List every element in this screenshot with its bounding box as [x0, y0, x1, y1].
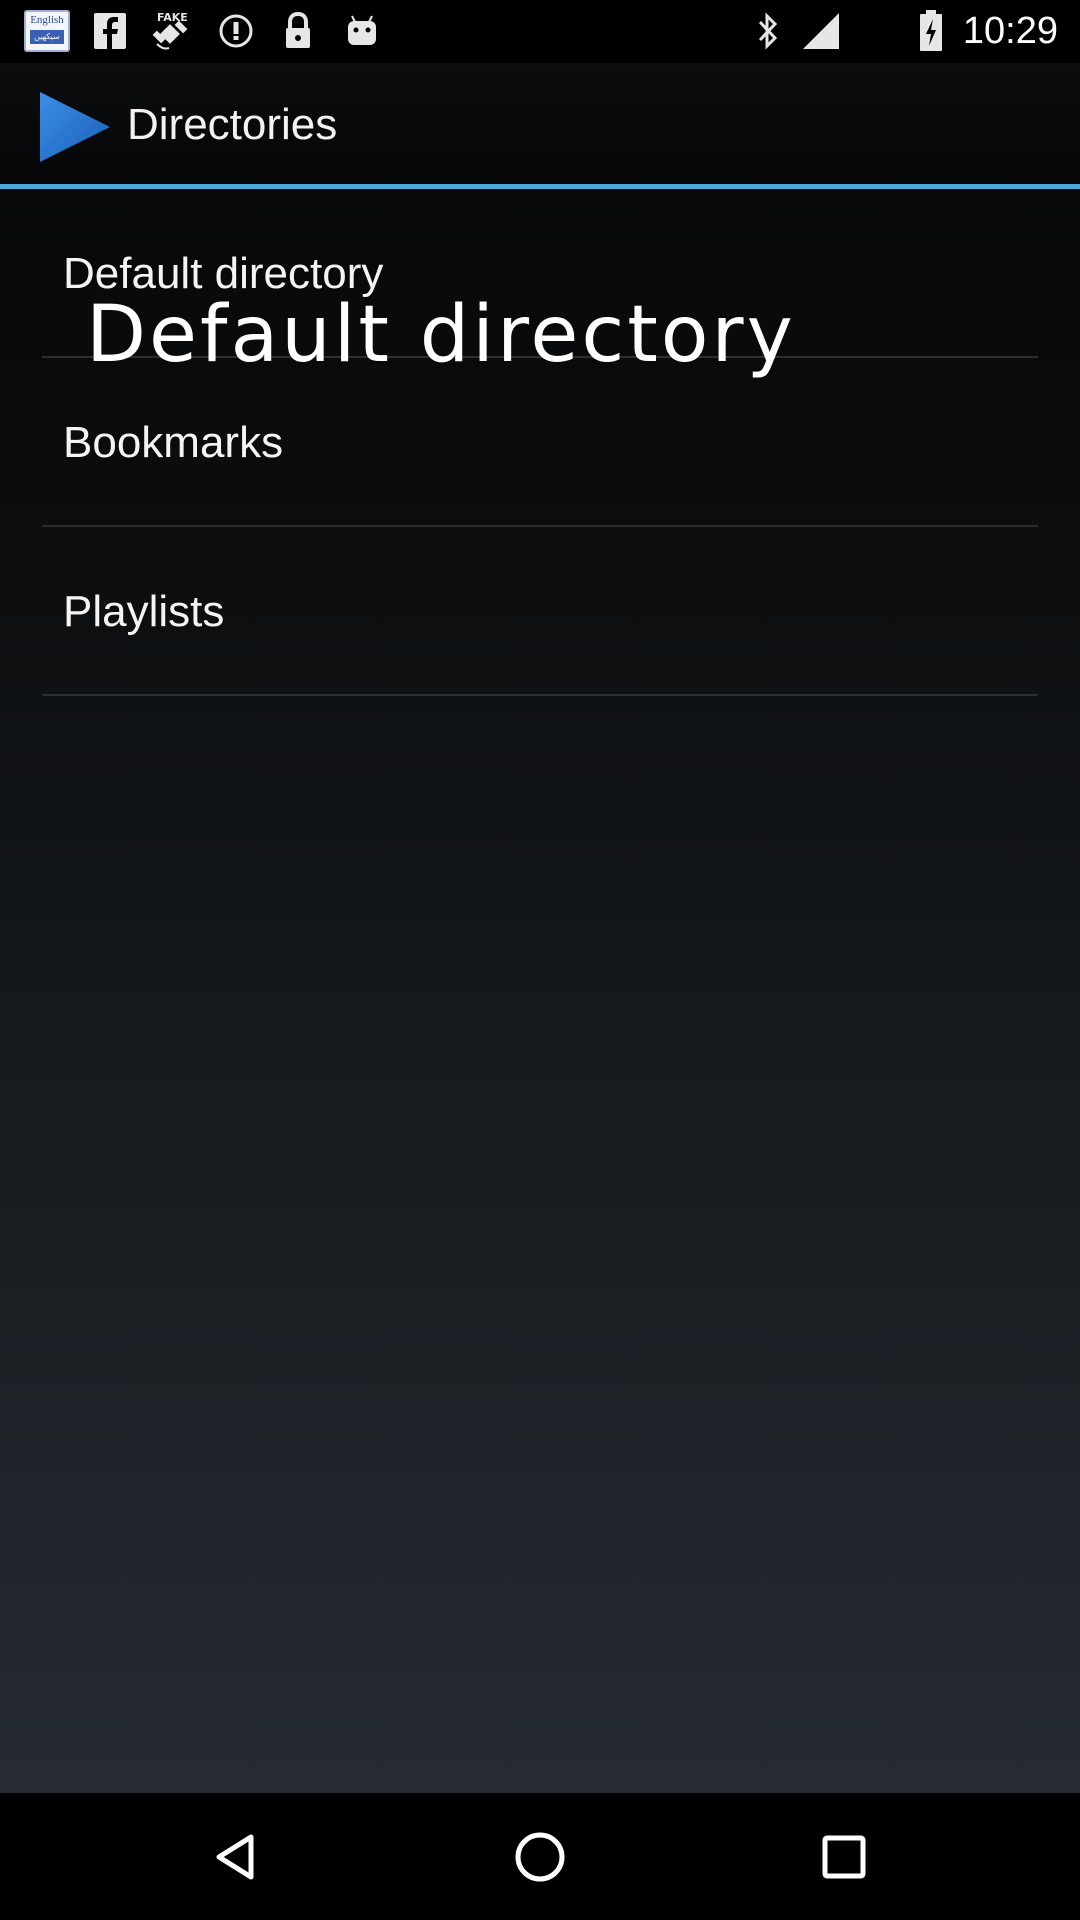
facebook-icon	[90, 10, 130, 52]
overlay-caption: Default directory	[86, 290, 796, 380]
status-bar: English سیکھیں FAKE 10:29	[0, 0, 1080, 63]
page-title: Directories	[127, 100, 338, 149]
home-icon[interactable]	[502, 1819, 578, 1895]
list-item-playlists[interactable]: Playlists	[0, 527, 1080, 696]
list-divider	[42, 694, 1038, 696]
directory-list: Default directory Bookmarks Playlists	[0, 189, 1080, 1793]
list-item-label: Bookmarks	[63, 418, 284, 467]
info-icon	[216, 10, 256, 52]
back-icon[interactable]	[198, 1819, 274, 1895]
android-icon	[342, 10, 382, 52]
action-bar: Directories	[0, 63, 1080, 184]
battery-icon	[918, 10, 944, 52]
keyboard-language-icon: English سیکھیں	[24, 10, 70, 52]
fake-gps-icon: FAKE	[148, 10, 196, 52]
play-triangle-icon[interactable]	[36, 90, 112, 170]
navigation-bar	[0, 1793, 1080, 1920]
bluetooth-icon	[752, 10, 784, 52]
signal-icon	[800, 10, 842, 52]
recents-icon[interactable]	[806, 1819, 882, 1895]
lock-icon	[280, 10, 316, 52]
keyboard-badge-top: English	[30, 14, 64, 26]
keyboard-badge-bottom: سیکھیں	[30, 30, 64, 44]
svg-text:FAKE: FAKE	[157, 11, 188, 24]
status-time: 10:29	[962, 10, 1058, 52]
list-item-label: Playlists	[63, 587, 225, 636]
